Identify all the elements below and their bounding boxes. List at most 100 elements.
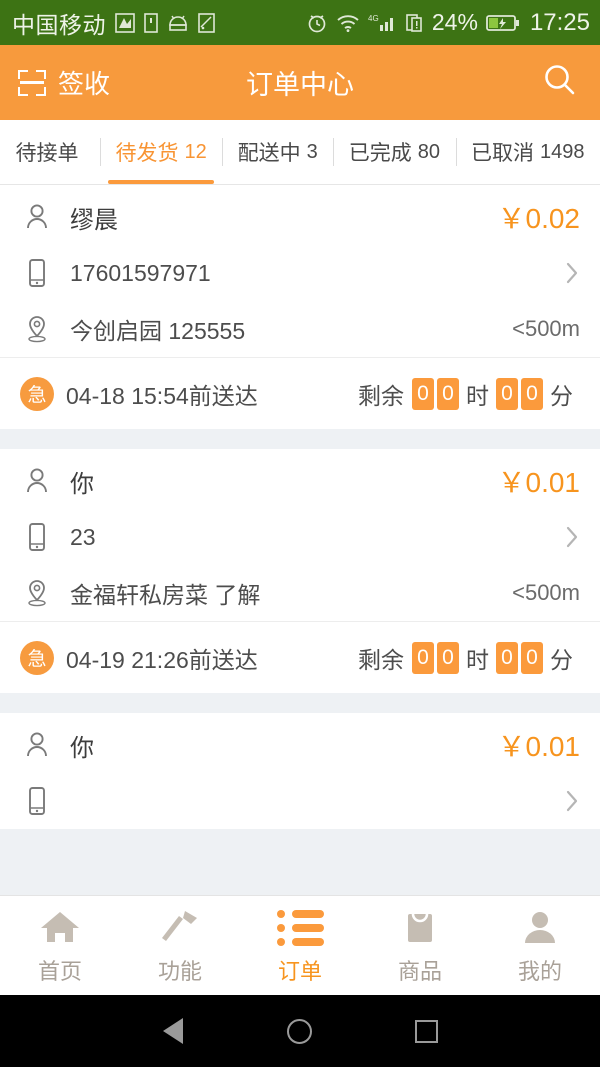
phone-icon <box>20 258 54 288</box>
search-icon <box>542 62 578 103</box>
order-phone-row[interactable] <box>20 773 580 829</box>
order-card[interactable]: 你 ￥0.01 23 金福轩私房菜 了解 <500m 急 04-19 21:26… <box>0 449 600 693</box>
customer-name: 你 <box>70 470 94 498</box>
countdown-digit: 0 <box>496 641 518 674</box>
nav-label: 我的 <box>517 958 562 984</box>
carrier-label: 中国移动 <box>12 11 106 38</box>
countdown-label: 剩余 <box>358 646 404 673</box>
order-phone-row[interactable]: 17601597971 <box>20 245 580 301</box>
customer-phone: 17601597971 <box>70 259 211 286</box>
scan-icon <box>18 69 46 96</box>
order-phone-row[interactable]: 23 <box>20 509 580 565</box>
bottom-navigation: 首页 功能 订单 商品 我的 <box>0 895 600 995</box>
phone-icon <box>20 786 54 816</box>
countdown-minutes: 0 0 <box>496 377 543 410</box>
chevron-right-icon <box>558 524 580 550</box>
sim-alert-icon <box>406 12 424 33</box>
order-customer-row: 缪晨 ￥0.02 <box>20 185 580 245</box>
order-price: ￥0.01 <box>497 731 581 762</box>
status-bar-left: 中国移动 <box>12 6 215 40</box>
countdown-minutes: 0 0 <box>496 641 543 674</box>
countdown-hours: 0 0 <box>412 641 459 674</box>
nav-item-products[interactable]: 商品 <box>360 906 480 986</box>
tab-pending-accept[interactable]: 待接单 <box>0 120 100 184</box>
android-icon <box>167 13 189 33</box>
android-navigation-bar <box>0 995 600 1067</box>
countdown-digit: 0 <box>521 377 543 410</box>
tab-cancelled[interactable]: 已取消 1498 <box>455 120 600 184</box>
tab-count: 1498 <box>539 140 585 163</box>
order-details: 你 ￥0.01 23 金福轩私房菜 了解 <500m <box>0 449 600 621</box>
tab-label: 待发货 <box>115 142 179 165</box>
order-customer-row: 你 ￥0.01 <box>20 713 580 773</box>
tab-delivering[interactable]: 配送中 3 <box>222 120 333 184</box>
nav-item-functions[interactable]: 功能 <box>120 906 240 986</box>
tab-label: 待接单 <box>15 142 79 165</box>
countdown-minute-unit: 分 <box>550 646 573 673</box>
list-icon <box>276 906 324 946</box>
location-pin-icon <box>20 578 54 608</box>
tab-label: 已取消 <box>470 142 534 165</box>
sign-receipt-button[interactable]: 签收 <box>18 64 110 101</box>
order-address-row: 金福轩私房菜 了解 <500m <box>20 565 580 621</box>
tab-completed[interactable]: 已完成 80 <box>333 120 455 184</box>
countdown-minute-unit: 分 <box>550 382 573 409</box>
countdown-label: 剩余 <box>358 382 404 409</box>
order-card[interactable]: 缪晨 ￥0.02 17601597971 今创启园 125555 <500m 急… <box>0 185 600 429</box>
app-header: 签收 订单中心 <box>0 45 600 120</box>
countdown-digit: 0 <box>437 641 459 674</box>
svg-text:4G: 4G <box>368 14 379 23</box>
order-details: 缪晨 ￥0.02 17601597971 今创启园 125555 <500m <box>0 185 600 357</box>
hammer-icon <box>159 906 201 946</box>
countdown-digit: 0 <box>437 377 459 410</box>
nav-label: 商品 <box>397 958 442 984</box>
order-details: 你 ￥0.01 <box>0 713 600 829</box>
countdown-hour-unit: 时 <box>466 646 489 673</box>
alarm-icon <box>306 12 328 34</box>
customer-name: 你 <box>70 734 94 762</box>
urgent-badge: 急 <box>20 640 54 675</box>
nav-item-orders[interactable]: 订单 <box>240 906 360 986</box>
distance-label: <500m <box>512 316 580 341</box>
nav-item-mine[interactable]: 我的 <box>480 906 600 986</box>
search-button[interactable] <box>540 63 580 103</box>
phone-icon <box>20 522 54 552</box>
countdown-digit: 0 <box>496 377 518 410</box>
order-card[interactable]: 你 ￥0.01 <box>0 713 600 829</box>
tab-count: 80 <box>417 140 441 163</box>
tab-count: 3 <box>306 140 318 163</box>
urgent-badge: 急 <box>20 376 54 411</box>
4g-signal-icon: 4G <box>368 12 398 34</box>
tab-pending-ship[interactable]: 待发货 12 <box>99 120 222 184</box>
person-icon <box>520 906 560 946</box>
delivery-address: 今创启园 125555 <box>70 318 246 344</box>
home-icon[interactable] <box>278 1009 322 1053</box>
order-address-row: 今创启园 125555 <500m <box>20 301 580 357</box>
battery-percent-label: 24% <box>431 9 478 35</box>
sim-icon <box>144 12 158 33</box>
order-customer-row: 你 ￥0.01 <box>20 449 580 509</box>
order-list[interactable]: 缪晨 ￥0.02 17601597971 今创启园 125555 <500m 急… <box>0 185 600 895</box>
back-icon[interactable] <box>151 1009 195 1053</box>
sign-receipt-label: 签收 <box>58 69 111 99</box>
battery-icon <box>486 13 520 33</box>
status-bar-right: 4G 24% 17:25 <box>306 9 590 37</box>
sd-card-icon <box>198 12 215 33</box>
order-price: ￥0.02 <box>497 203 581 234</box>
clock-label: 17:25 <box>529 8 590 36</box>
recents-icon[interactable] <box>405 1009 449 1053</box>
tab-count: 12 <box>184 140 207 163</box>
customer-phone: 23 <box>70 523 96 550</box>
delivery-address: 金福轩私房菜 了解 <box>70 582 261 608</box>
deadline-label: 04-19 21:26前送达 <box>66 646 258 673</box>
nav-label: 首页 <box>37 958 82 984</box>
nav-item-home[interactable]: 首页 <box>0 906 120 986</box>
countdown-hour-unit: 时 <box>466 382 489 409</box>
chevron-right-icon <box>558 788 580 814</box>
shopping-bag-icon <box>400 906 440 946</box>
order-deadline-bar: 急 04-18 15:54前送达 剩余 0 0 时 0 0 分 <box>0 357 600 429</box>
signal-down-icon <box>115 12 135 33</box>
countdown-digit: 0 <box>412 377 434 410</box>
home-icon <box>38 906 82 946</box>
phone-screen: 中国移动 4G 24% 17:25 签收 订单中心 待接单 待发货 12 配送中… <box>0 0 600 1067</box>
